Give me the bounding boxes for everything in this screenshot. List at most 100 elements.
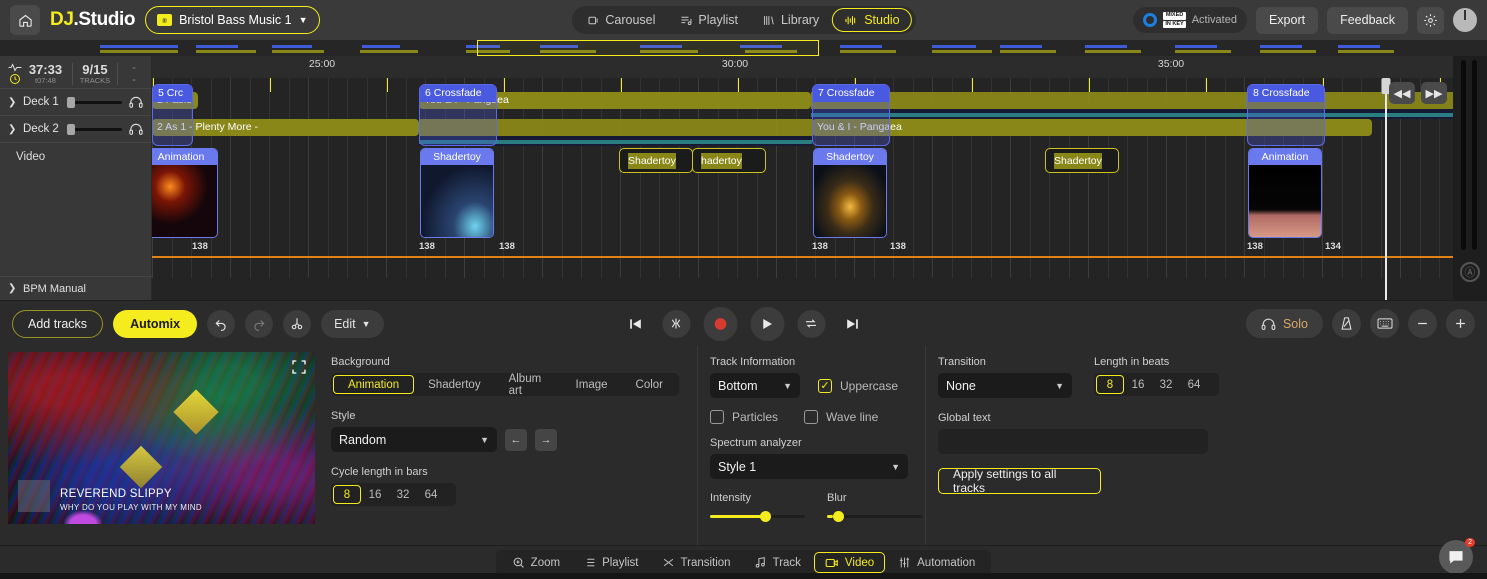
mixed-in-key-logo-icon: [1143, 13, 1157, 27]
crossfade-6[interactable]: 6 Crossfade: [419, 84, 497, 146]
fast-forward-button[interactable]: ▶▶: [1421, 82, 1447, 104]
style-next-button[interactable]: →: [535, 429, 557, 451]
solo-button[interactable]: Solo: [1246, 309, 1323, 338]
zoom-out-button[interactable]: [1408, 309, 1437, 338]
crossfade-7[interactable]: 7 Crossfade: [812, 84, 890, 146]
track-information-select[interactable]: Bottom ▼: [710, 373, 800, 398]
apply-settings-button[interactable]: Apply settings to all tracks: [938, 468, 1101, 494]
project-selector[interactable]: ▥ Bristol Bass Music 1 ▼: [145, 6, 319, 34]
wave-line-checkbox[interactable]: [804, 410, 818, 424]
fast-forward-icon: ▶▶: [1426, 87, 1443, 100]
background-option-animation[interactable]: Animation: [333, 375, 414, 394]
length-beats-32[interactable]: 32: [1152, 375, 1180, 394]
transition-button[interactable]: [662, 310, 690, 338]
undo-button[interactable]: [207, 310, 235, 338]
uppercase-checkbox[interactable]: ✓: [818, 379, 832, 393]
nav-item-studio[interactable]: Studio: [832, 8, 911, 32]
cycle-length-16[interactable]: 16: [361, 485, 389, 504]
rewind-button[interactable]: ◀◀: [1389, 82, 1415, 104]
cut-button[interactable]: [283, 310, 311, 338]
style-label: Style: [331, 410, 693, 422]
cycle-length-32[interactable]: 32: [389, 485, 417, 504]
style-select[interactable]: Random ▼: [331, 427, 497, 452]
background-option-image[interactable]: Image: [562, 375, 622, 394]
video-clip-3[interactable]: Shadertoy: [619, 148, 693, 173]
video-clip-4[interactable]: hadertoy: [692, 148, 766, 173]
tab-video[interactable]: Video: [814, 552, 885, 573]
video-clip-1[interactable]: Animation: [152, 148, 218, 238]
length-beats-8[interactable]: 8: [1096, 375, 1124, 394]
vertical-scrollbar-1[interactable]: [1461, 60, 1466, 250]
video-preview[interactable]: REVEREND SLIPPY WHY DO YOU PLAY WITH MY …: [8, 352, 315, 524]
intensity-slider[interactable]: [710, 509, 805, 523]
background-option-album-art[interactable]: Album art: [495, 375, 562, 394]
spectrum-analyzer-select[interactable]: Style 1 ▼: [710, 454, 908, 479]
edit-menu-button[interactable]: Edit ▼: [321, 310, 383, 338]
sidebar-item-deck-1[interactable]: ❯ Deck 1: [0, 88, 151, 115]
mixed-in-key-badge[interactable]: MIXED IN KEY Activated: [1133, 7, 1247, 33]
nav-item-library[interactable]: Library: [751, 8, 830, 32]
redo-button[interactable]: [245, 310, 273, 338]
video-clip-5[interactable]: Shadertoy: [813, 148, 887, 238]
tab-transition[interactable]: Transition: [652, 552, 741, 573]
sidebar-item-bpm-manual[interactable]: ❯ BPM Manual: [0, 276, 152, 300]
video-clip-2[interactable]: Shadertoy: [420, 148, 494, 238]
background-options: Animation Shadertoy Album art Image Colo…: [331, 373, 679, 396]
video-lane[interactable]: Animation Shadertoy Shadertoy hadertoy S…: [152, 148, 1487, 272]
tab-automation[interactable]: Automation: [888, 552, 985, 573]
headphones-icon[interactable]: [129, 96, 143, 108]
crossfade-5[interactable]: 5 Crc: [152, 84, 193, 146]
metronome-button[interactable]: [1332, 309, 1361, 338]
tab-playlist[interactable]: Playlist: [573, 552, 648, 573]
cycle-length-8[interactable]: 8: [333, 485, 361, 504]
keyboard-shortcuts-button[interactable]: [1370, 309, 1399, 338]
particles-row[interactable]: Particles: [710, 410, 778, 424]
video-clip-7[interactable]: Animation: [1248, 148, 1322, 238]
bottom-tab-group: Zoom Playlist Transition Track: [496, 550, 992, 576]
deck-2-fader[interactable]: [67, 125, 122, 134]
wave-line-row[interactable]: Wave line: [804, 410, 878, 424]
minimap-viewport-selection[interactable]: [477, 40, 819, 56]
home-button[interactable]: [10, 5, 40, 35]
deck-1-fader[interactable]: [67, 98, 122, 107]
timeline-ruler[interactable]: 25:00 30:00 35:00: [152, 56, 1487, 78]
skip-to-end-button[interactable]: [838, 310, 866, 338]
loop-button[interactable]: [797, 310, 825, 338]
global-text-input[interactable]: [938, 429, 1208, 454]
style-prev-button[interactable]: ←: [505, 429, 527, 451]
transition-select[interactable]: None ▼: [938, 373, 1072, 398]
tab-zoom[interactable]: Zoom: [502, 552, 570, 573]
settings-button[interactable]: [1417, 7, 1444, 34]
length-in-beats-options: 8 16 32 64: [1094, 373, 1219, 396]
play-button[interactable]: [750, 307, 784, 341]
vertical-scrollbar-2[interactable]: [1472, 60, 1477, 250]
length-beats-64[interactable]: 64: [1180, 375, 1208, 394]
skip-to-start-button[interactable]: [621, 310, 649, 338]
blur-slider[interactable]: [827, 509, 922, 523]
deck-1-label: Deck 1: [23, 96, 60, 108]
cycle-length-64[interactable]: 64: [417, 485, 445, 504]
add-tracks-button[interactable]: Add tracks: [12, 310, 103, 338]
headphones-icon-2[interactable]: [129, 123, 143, 135]
expand-icon[interactable]: [291, 359, 307, 375]
nav-item-carousel[interactable]: Carousel: [575, 8, 666, 32]
crossfade-8[interactable]: 8 Crossfade: [1247, 84, 1325, 146]
export-button[interactable]: Export: [1256, 7, 1318, 34]
particles-checkbox[interactable]: [710, 410, 724, 424]
sidebar-item-video[interactable]: Video: [0, 142, 151, 170]
length-beats-16[interactable]: 16: [1124, 375, 1152, 394]
feedback-button[interactable]: Feedback: [1327, 7, 1408, 34]
uppercase-row[interactable]: ✓ Uppercase: [818, 379, 898, 393]
nav-item-playlist[interactable]: Playlist: [668, 8, 749, 32]
zoom-in-button[interactable]: [1446, 309, 1475, 338]
background-option-color[interactable]: Color: [622, 375, 677, 394]
sidebar-item-deck-2[interactable]: ❯ Deck 2: [0, 115, 151, 142]
record-button[interactable]: [703, 307, 737, 341]
background-option-shadertoy[interactable]: Shadertoy: [414, 375, 494, 394]
tab-track[interactable]: Track: [744, 552, 811, 573]
chat-support-button[interactable]: 2: [1439, 540, 1473, 574]
timeline-lanes[interactable]: 25:00 30:00 35:00 2 Fabio You & I - Pang…: [152, 40, 1487, 300]
automix-button[interactable]: Automix: [113, 310, 197, 338]
video-clip-6[interactable]: Shadertoy: [1045, 148, 1119, 173]
master-volume-knob[interactable]: [1453, 8, 1477, 32]
